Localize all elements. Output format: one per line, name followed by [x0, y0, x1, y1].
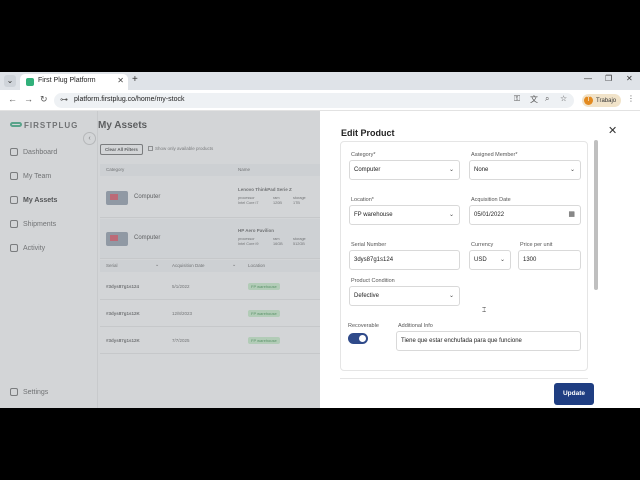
tab-close-icon[interactable]: ✕	[117, 76, 124, 85]
new-tab-icon[interactable]: +	[132, 74, 138, 85]
zoom-icon[interactable]: ⌕	[545, 94, 549, 104]
category-label: Category*	[351, 152, 376, 158]
tab-strip: ⌄ First Plug Platform ✕ + — ❐ ✕	[0, 72, 640, 90]
window-close-icon[interactable]: ✕	[626, 74, 633, 83]
profile-button[interactable]: T Trabajo	[582, 94, 622, 107]
chevron-down-icon: ⌄	[448, 167, 454, 173]
price-label: Price per unit	[520, 242, 553, 248]
password-key-icon[interactable]: ⚿	[514, 94, 520, 104]
reload-icon[interactable]: ↻	[40, 94, 48, 105]
acquisition-date-label: Acquisition Date	[471, 197, 511, 203]
acquisition-date-input[interactable]: 05/01/2022 ▦	[469, 205, 581, 225]
favicon-icon	[26, 78, 34, 86]
calendar-icon[interactable]: ▦	[568, 206, 575, 224]
serial-number-label: Serial Number	[351, 242, 387, 248]
currency-select[interactable]: USD ⌄	[469, 250, 511, 270]
url-field[interactable]: ⊶ platform.firstplug.co/home/my-stock	[54, 93, 574, 108]
assigned-member-label: Assigned Member*	[471, 152, 518, 158]
browser-window: ⌄ First Plug Platform ✕ + — ❐ ✕ ← → ↻ ⊶ …	[0, 72, 640, 408]
url-text: platform.firstplug.co/home/my-stock	[74, 96, 185, 103]
serial-number-input[interactable]: 3dys87g1s124	[349, 250, 460, 270]
condition-select[interactable]: Defective ⌄	[349, 286, 460, 306]
tab-title: First Plug Platform	[38, 77, 96, 84]
site-info-icon[interactable]: ⊶	[60, 95, 68, 104]
form-divider	[340, 378, 588, 381]
price-input[interactable]: 1300	[518, 250, 581, 270]
additional-info-label: Additional Info	[398, 323, 433, 329]
update-button[interactable]: Update	[554, 383, 594, 405]
tab-search-icon[interactable]: ⌄	[4, 75, 16, 87]
browser-tab[interactable]: First Plug Platform ✕	[20, 74, 128, 90]
profile-label: Trabajo	[596, 97, 617, 104]
mouse-cursor-icon: ⌶	[482, 307, 487, 314]
location-select[interactable]: FP warehouse ⌄	[349, 205, 460, 225]
chevron-down-icon: ⌄	[499, 257, 505, 263]
location-label: Location*	[351, 197, 374, 203]
currency-label: Currency	[471, 242, 494, 248]
category-select[interactable]: Computer ⌄	[349, 160, 460, 180]
additional-info-input[interactable]: Tiene que estar enchufada para que funci…	[396, 331, 581, 351]
chevron-down-icon: ⌄	[569, 167, 575, 173]
chevron-down-icon: ⌄	[448, 212, 454, 218]
minimize-icon[interactable]: —	[584, 74, 592, 83]
condition-label: Product Condition	[351, 278, 395, 284]
bookmark-star-icon[interactable]: ☆	[560, 94, 567, 103]
profile-avatar: T	[584, 96, 593, 105]
translate-icon[interactable]: 文	[530, 94, 538, 105]
edit-product-drawer: Edit Product ✕ Category* Computer ⌄ Assi…	[320, 111, 640, 408]
recoverable-label: Recoverable	[348, 323, 379, 329]
drawer-title: Edit Product	[341, 128, 395, 138]
chevron-down-icon: ⌄	[448, 293, 454, 299]
restore-icon[interactable]: ❐	[605, 74, 612, 83]
back-icon[interactable]: ←	[8, 94, 17, 104]
assigned-member-select[interactable]: None ⌄	[469, 160, 581, 180]
form-scrollbar[interactable]	[594, 140, 598, 290]
address-bar: ← → ↻ ⊶ platform.firstplug.co/home/my-st…	[0, 90, 640, 111]
browser-menu-icon[interactable]: ⋮	[627, 94, 635, 103]
recoverable-toggle[interactable]	[348, 333, 368, 344]
forward-icon[interactable]: →	[24, 94, 33, 104]
app-root: FIRSTPLUG Dashboard My Team My Assets Sh…	[0, 111, 640, 408]
modal-backdrop[interactable]	[0, 111, 320, 408]
close-icon[interactable]: ✕	[608, 124, 617, 137]
